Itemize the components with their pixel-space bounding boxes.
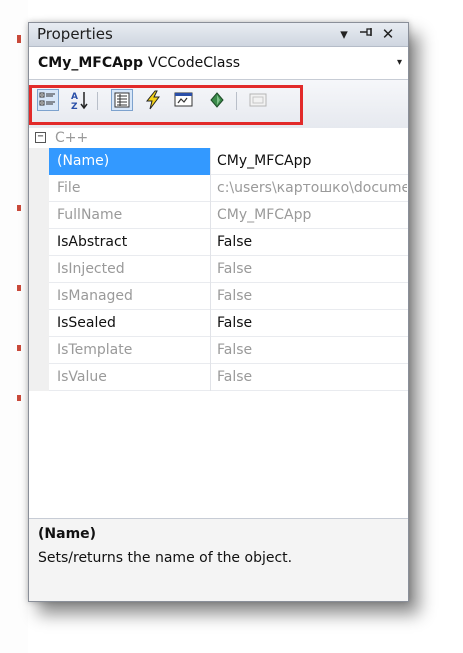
object-selector-dropdown[interactable]: CMy_MFCApp VCCodeClass ▾: [29, 47, 408, 80]
editor-marker: [17, 35, 21, 43]
title-bar: Properties ▾ ✕: [29, 23, 408, 47]
row-gutter: [29, 283, 49, 310]
categorized-button[interactable]: [37, 89, 59, 111]
property-pages-icon: [249, 93, 267, 107]
property-value[interactable]: False: [217, 229, 407, 256]
property-name[interactable]: IsTemplate: [49, 337, 211, 364]
category-label: C++: [55, 130, 89, 146]
row-gutter: [29, 310, 49, 337]
chevron-down-icon[interactable]: ▾: [397, 57, 402, 68]
property-value[interactable]: c:\users\картошко\documents: [217, 175, 407, 202]
messages-button[interactable]: [173, 89, 195, 111]
toolbar-separator: [97, 92, 98, 110]
property-row[interactable]: IsValue False: [29, 364, 408, 391]
overrides-button[interactable]: [206, 89, 228, 111]
property-value[interactable]: False: [217, 337, 407, 364]
editor-marker: [17, 205, 21, 211]
lightning-bolt-icon: [145, 90, 160, 110]
property-grid: − C++ (Name) CMy_MFCApp File c:\users\карто…: [29, 128, 408, 518]
row-gutter: [29, 148, 49, 175]
property-value[interactable]: False: [217, 283, 407, 310]
row-gutter: [29, 229, 49, 256]
object-name: CMy_MFCApp: [38, 55, 143, 71]
property-name[interactable]: File: [49, 175, 211, 202]
property-row[interactable]: FullName CMy_MFCApp: [29, 202, 408, 229]
alphabetical-button[interactable]: A Z: [69, 89, 91, 111]
property-row[interactable]: IsInjected False: [29, 256, 408, 283]
editor-marker: [17, 285, 21, 291]
property-row[interactable]: IsTemplate False: [29, 337, 408, 364]
properties-button[interactable]: [111, 89, 133, 111]
window-title: Properties: [37, 25, 113, 43]
messages-icon: [174, 92, 193, 107]
description-text: Sets/returns the name of the object.: [38, 550, 293, 566]
property-row[interactable]: IsAbstract False: [29, 229, 408, 256]
property-name[interactable]: FullName: [49, 202, 211, 229]
property-row[interactable]: IsManaged False: [29, 283, 408, 310]
description-pane: (Name) Sets/returns the name of the obje…: [29, 518, 408, 601]
property-name[interactable]: IsAbstract: [49, 229, 211, 256]
row-gutter: [29, 337, 49, 364]
properties-toolbar: A Z: [29, 80, 408, 128]
object-type: VCCodeClass: [148, 55, 241, 71]
events-button[interactable]: [142, 89, 164, 111]
window-position-menu-button[interactable]: ▾: [336, 24, 352, 44]
categorized-icon: [39, 92, 55, 106]
editor-marker: [17, 345, 21, 351]
row-gutter: [29, 175, 49, 202]
property-value[interactable]: False: [217, 256, 407, 283]
property-name[interactable]: IsManaged: [49, 283, 211, 310]
property-name[interactable]: IsValue: [49, 364, 211, 391]
property-row[interactable]: Filec:\users\картошко\documents: [29, 175, 408, 202]
property-name[interactable]: IsSealed: [49, 310, 211, 337]
property-value[interactable]: False: [217, 364, 407, 391]
svg-text:A: A: [71, 92, 78, 102]
svg-text:Z: Z: [71, 102, 78, 110]
row-gutter: [29, 364, 49, 391]
auto-hide-pin-button[interactable]: [358, 24, 374, 44]
pin-icon: [360, 28, 372, 36]
row-gutter: [29, 256, 49, 283]
property-value[interactable]: CMy_MFCApp: [217, 148, 407, 175]
description-title: (Name): [38, 526, 97, 542]
property-name[interactable]: (Name): [49, 148, 211, 175]
row-gutter: [29, 202, 49, 229]
property-value[interactable]: False: [217, 310, 407, 337]
overrides-icon: [210, 92, 224, 108]
property-pages-button[interactable]: [247, 89, 269, 111]
toolbar-separator: [236, 92, 237, 110]
ide-background-edge: [0, 0, 28, 653]
property-name[interactable]: IsInjected: [49, 256, 211, 283]
properties-icon: [114, 92, 130, 108]
properties-window: Properties ▾ ✕ CMy_MFCApp VCCodeClass ▾: [28, 22, 409, 602]
alphabetical-icon: A Z: [71, 92, 88, 110]
collapse-icon[interactable]: −: [35, 132, 46, 143]
close-button[interactable]: ✕: [380, 24, 396, 44]
property-value[interactable]: CMy_MFCApp: [217, 202, 407, 229]
property-row[interactable]: IsSealed False: [29, 310, 408, 337]
editor-marker: [17, 395, 21, 401]
category-row-cpp[interactable]: − C++: [29, 128, 408, 148]
property-row[interactable]: (Name) CMy_MFCApp: [29, 148, 408, 175]
